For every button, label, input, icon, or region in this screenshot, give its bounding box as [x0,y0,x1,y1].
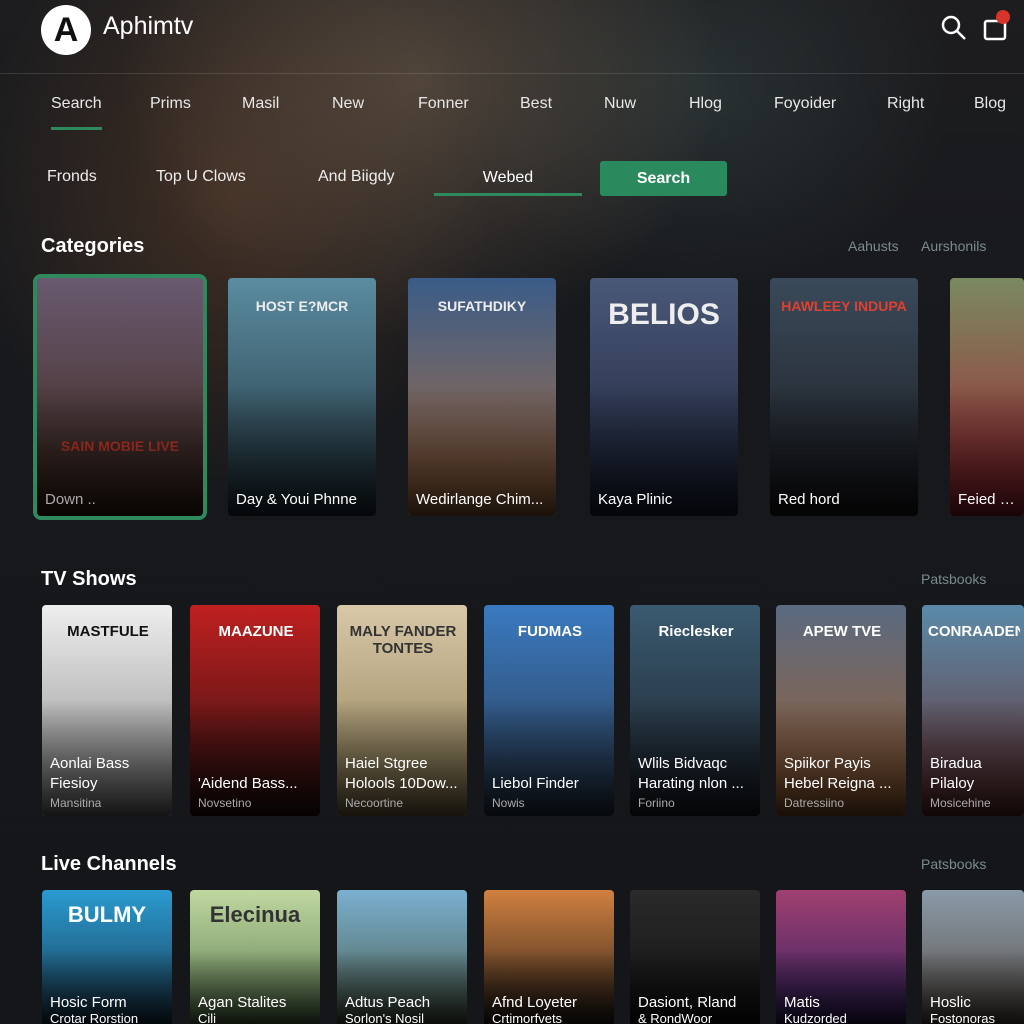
poster-title: Rieclesker [658,623,734,640]
live-channel-card[interactable]: BULMY Hosic Form Crotar Rorstion [42,890,172,1024]
poster-title: FUDMAS [517,623,583,640]
card-title: Day & Youi Phnne [236,491,357,508]
nav-tab[interactable]: Blog [974,95,1006,113]
categories-link-1[interactable]: Aahusts [848,238,899,254]
card-subtitle: & RondWoor [638,1011,713,1024]
card-title: Biradua Pilaloy Shave Colpirn [930,755,982,792]
poster-title: MASTFULE [67,623,149,640]
tv-show-card[interactable]: APEW TVE Spiikor Payis Hebel Reigna ... … [776,605,906,816]
nav-tab[interactable]: Right [887,95,924,113]
card-title: Dasiont, Rland [638,994,737,1011]
live-channel-card[interactable]: Hoslic Fostonoras [922,890,1024,1024]
card-subtitle: Mosicehine [930,796,991,810]
tv-show-card[interactable]: CONRAADEN Biradua Pilaloy Shave Colpirn … [922,605,1024,816]
category-card[interactable]: Feied Red [950,278,1024,516]
category-card[interactable]: SUFATHDIKY Wedirlange Chim... [408,278,556,516]
nav-tab[interactable]: New [332,95,364,113]
search-icon[interactable] [940,14,968,42]
nav-tab[interactable]: Foyoider [774,95,836,113]
card-subtitle: Fostonoras [930,1011,996,1024]
card-subtitle: Necoortine [345,796,404,810]
categories-title: Categories [41,235,145,257]
card-title: Kaya Plinic [598,491,673,508]
nav-tab[interactable]: Best [520,95,552,113]
card-subtitle: Novsetino [198,796,252,810]
nav-tab[interactable]: Hlog [689,95,722,113]
category-card[interactable]: BELIOS Kaya Plinic [590,278,738,516]
poster-title: APEW TVE [802,623,882,640]
poster-title: BELIOS [608,298,720,331]
poster-title: Elecinua [209,902,301,927]
card-title: Spiikor Payis Hebel Reigna ... [784,755,892,792]
card-title: 'Aidend Bass... [198,775,298,792]
card-title: Down .. [45,491,96,508]
search-button[interactable]: Search [600,161,727,196]
card-title: Hosic Form [50,994,127,1011]
card-title: Matis [784,994,820,1011]
card-subtitle: Kudzorded [784,1011,847,1024]
poster-title: CONRAADEN [928,623,1020,640]
card-subtitle: Cili [198,1011,217,1024]
tv-show-card[interactable]: Rieclesker Wlils Bidvaqc Harating nlon .… [630,605,760,816]
nav-tab[interactable]: Masil [242,95,279,113]
card-subtitle: Crotar Rorstion [50,1011,139,1024]
search-input[interactable]: Webed [434,160,582,196]
card-subtitle: Foriino [638,796,675,810]
card-subtitle: Nowis [492,796,525,810]
nav-tab[interactable]: Prims [150,95,191,113]
subnav-item[interactable]: Top U Clows [156,168,246,186]
live-channel-card[interactable]: Dasiont, Rland & RondWoor [630,890,760,1024]
card-subtitle: Sorlon's Nosil [345,1011,425,1024]
category-card[interactable]: SAIN MOBIE LIVE Down .. [33,274,207,520]
poster-title: BULMY [67,902,147,927]
live-channel-card[interactable]: Matis Kudzorded [776,890,906,1024]
subnav-item[interactable]: And Biigdy [318,168,395,186]
live-channel-card[interactable]: Adtus Peach Sorlon's Nosil [337,890,467,1024]
category-card[interactable]: HOST E?MCR Day & Youi Phnne [228,278,376,516]
brand-name: Aphimtv [103,12,194,40]
live-channel-card[interactable]: Afnd Loyeter Crtimorfvets [484,890,614,1024]
card-title: Liebol Finder [492,775,579,792]
card-subtitle: Crtimorfvets [492,1011,563,1024]
subnav-item[interactable]: Fronds [47,168,97,186]
card-title: Agan Stalites [198,994,287,1011]
tv-show-card[interactable]: MAAZUNE 'Aidend Bass... Novsetino [190,605,320,816]
tv-show-card[interactable]: MASTFULE Aonlai Bass Fiesioy Mansitina [42,605,172,816]
cart-badge [996,10,1010,24]
card-title: Aonlai Bass Fiesioy [50,755,130,792]
nav-tab[interactable]: Fonner [418,95,469,113]
card-title: Hoslic [930,994,971,1011]
tv-show-card[interactable]: FUDMAS Liebol Finder Nowis [484,605,614,816]
poster-title: HOST E?MCR [255,298,349,314]
live-channel-card[interactable]: Elecinua Agan Stalites Cili [190,890,320,1024]
category-card[interactable]: HAWLEEY INDUPA Red hord [770,278,918,516]
tv-shows-title: TV Shows [41,568,137,590]
tv-shows-link[interactable]: Patsbooks [921,571,986,587]
header-divider [0,73,1024,74]
live-channels-title: Live Channels [41,853,177,875]
live-channels-link[interactable]: Patsbooks [921,856,986,872]
card-title: Afnd Loyeter [492,994,578,1011]
card-title: Haiel Stgree Holools 10Dow... [345,755,458,792]
card-title: Red hord [778,491,840,508]
logo[interactable]: A [41,5,91,55]
poster-title: HAWLEEY INDUPA [781,298,907,314]
poster-title: SUFATHDIKY [437,298,527,314]
card-title: Adtus Peach [345,994,431,1011]
nav-tab[interactable]: Search [51,95,102,130]
categories-link-2[interactable]: Aurshonils [921,238,986,254]
logo-letter: A [53,10,79,49]
tv-show-card[interactable]: MALY FANDER TONTES Haiel Stgree Holools … [337,605,467,816]
poster-title: MALY FANDER TONTES [349,623,457,657]
card-subtitle: Datressiino [784,796,845,810]
poster-title: MAAZUNE [218,623,294,640]
card-title: Wlils Bidvaqc Harating nlon ... [638,755,744,792]
card-title: Feied Red [958,491,1018,508]
nav-tab[interactable]: Nuw [604,95,636,113]
card-subtitle: Mansitina [50,796,102,810]
card-title: Wedirlange Chim... [416,491,544,508]
cart-icon[interactable] [982,8,1014,42]
